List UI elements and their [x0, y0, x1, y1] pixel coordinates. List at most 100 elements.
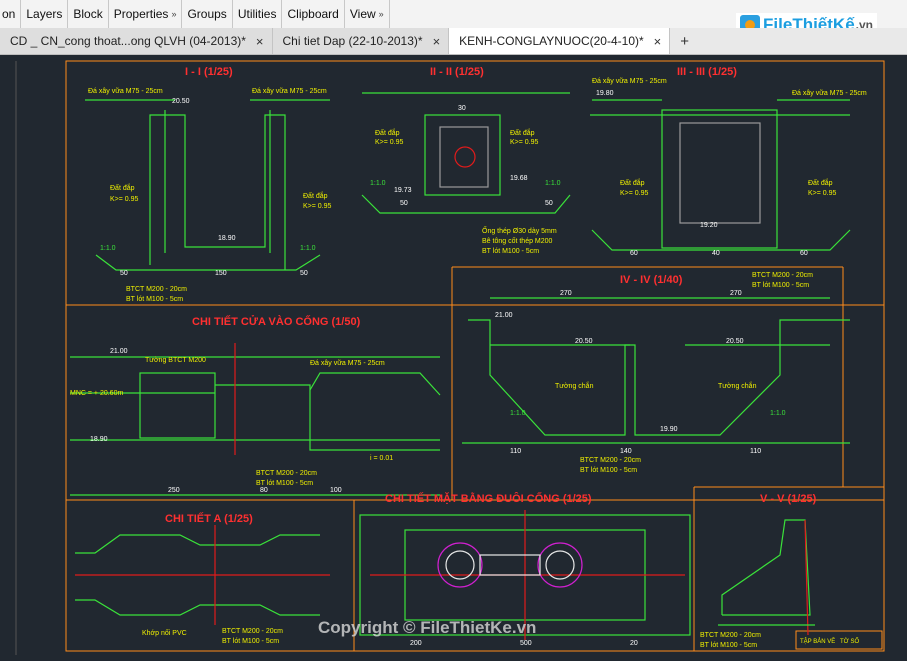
slope-3: 1:1.0	[370, 180, 386, 187]
note-dat-dap-2: Đất đắp	[303, 191, 328, 200]
note-k-2: K>= 0.95	[303, 203, 332, 210]
document-tab-label: KENH-CONGLAYNUOC(20-4-10)*	[459, 34, 644, 48]
note-tuong-chan-1: Tường chắn	[555, 381, 594, 390]
dim-a3: 50	[300, 270, 308, 277]
expand-icon[interactable]: »	[171, 9, 176, 19]
elev-6: 21.00	[495, 312, 513, 319]
new-tab-button[interactable]: +	[670, 28, 699, 54]
dim-b1: 30	[458, 105, 466, 112]
note-btct-5: BTCT M200 - 20cm	[256, 470, 317, 477]
title-section-5: CHI TIẾT CỬA VÀO CỐNG (1/50)	[192, 314, 361, 328]
note-k-6: K>= 0.95	[808, 190, 837, 197]
expand-icon[interactable]: »	[379, 9, 384, 19]
ribbon-groups-panel[interactable]: Groups	[182, 0, 233, 28]
elev-9: 18.90	[90, 436, 108, 443]
note-ong-thep: Ống thép Ø30 dày 5mm	[482, 225, 557, 235]
note-bt-lot-1: BT lót M100 - 5cm	[126, 296, 183, 303]
ribbon-block-panel[interactable]: Block	[68, 0, 109, 28]
title-section-3: III - III (1/25)	[677, 66, 737, 78]
slope-4: 1:1.0	[545, 180, 561, 187]
ribbon-item-label: View	[349, 7, 376, 21]
note-btct-6: BTCT M200 - 20cm	[222, 628, 283, 635]
ribbon-clipboard-panel[interactable]: Clipboard	[282, 0, 345, 28]
sheet-label: TẬP BẢN VẼ	[800, 638, 835, 645]
annotations: Đá xây vữa M75 - 25cm Đá xây vữa M75 - 2…	[70, 78, 867, 649]
note-tuong-btct: Tường BTCT M200	[145, 357, 206, 364]
note-da-xay-2: Đá xây vữa M75 - 25cm	[252, 88, 327, 95]
ribbon-utilities-panel[interactable]: Utilities	[233, 0, 283, 28]
sheet-number-label: TỜ SỐ	[840, 638, 859, 645]
dim-b2: 50	[400, 200, 408, 207]
dim-d5: 110	[750, 448, 761, 455]
note-bt-lot-4: BT lót M100 - 5cm	[580, 467, 637, 474]
elev-3: 19.73	[394, 187, 412, 194]
document-tab[interactable]: Chi tiet Dap (22-10-2013)* ×	[272, 28, 450, 54]
close-icon[interactable]: ×	[654, 34, 662, 49]
dim-e3: 100	[330, 487, 342, 494]
elev-5: 19.20	[700, 222, 718, 229]
slope-1: 1:1.0	[100, 245, 116, 252]
ribbon-layers-panel[interactable]: Layers	[21, 0, 69, 28]
note-bt-lot-7: BT lót M100 - 5cm	[700, 642, 757, 649]
elev-2: 18.90	[218, 235, 236, 242]
document-tab-label: Chi tiet Dap (22-10-2013)*	[282, 34, 423, 48]
ribbon-item-label: Clipboard	[287, 7, 339, 21]
dim-c1: 60	[630, 250, 638, 257]
note-bt-lot-2: BT lót M100 - 5cm	[482, 248, 539, 255]
title-section-6: CHI TIẾT A (1/25)	[165, 512, 253, 525]
elev-1: 20.50	[172, 98, 190, 105]
dim-d1: 270	[560, 290, 572, 297]
dim-e1: 250	[168, 487, 180, 494]
document-tab-label: CD _ CN_cong thoat...ong QLVH (04-2013)*	[10, 34, 246, 48]
title-section-1: I - I (1/25)	[185, 66, 233, 78]
note-da-xay-1: Đá xây vữa M75 - 25cm	[88, 88, 163, 95]
sheet-info: TẬP BẢN VẼ TỜ SỐ	[800, 638, 859, 645]
note-dat-dap-6: Đất đắp	[808, 178, 833, 187]
title-section-8: V - V (1/25)	[760, 493, 817, 505]
watermark: Copyright © FileThietKe.vn	[318, 618, 536, 637]
ribbon-item-label: Groups	[187, 7, 227, 21]
document-tab[interactable]: KENH-CONGLAYNUOC(20-4-10)* ×	[449, 28, 671, 54]
ribbon-view-panel[interactable]: View»	[345, 0, 390, 28]
note-dat-dap-5: Đất đắp	[620, 178, 645, 187]
note-btct-3: BTCT M200 - 20cm	[752, 272, 813, 279]
close-icon[interactable]: ×	[433, 34, 441, 49]
dim-e2: 80	[260, 487, 268, 494]
ribbon-item-label: Layers	[26, 7, 63, 21]
section-2-lines	[361, 92, 571, 214]
title-section-4: IV - IV (1/40)	[620, 274, 683, 286]
section-4-lines	[462, 297, 850, 444]
dim-c3: 60	[800, 250, 808, 257]
note-khop-noi: Khớp nối PVC	[142, 628, 187, 637]
close-icon[interactable]: ×	[256, 34, 264, 49]
dim-f3: 20	[630, 640, 638, 647]
note-btct-1: BTCT M200 - 20cm	[126, 286, 187, 293]
cad-drawing[interactable]: I - I (1/25) II - II (1/25) III - III (1…	[0, 55, 907, 661]
document-tab[interactable]: CD _ CN_cong thoat...ong QLVH (04-2013)*…	[0, 28, 273, 54]
elev-12: 20.50	[726, 338, 744, 345]
note-btct-7: BTCT M200 - 20cm	[700, 632, 761, 639]
drawing-canvas[interactable]: I - I (1/25) II - II (1/25) III - III (1…	[0, 55, 907, 661]
dim-f1: 200	[410, 640, 422, 647]
note-k-5: K>= 0.95	[620, 190, 649, 197]
section-6-lines	[75, 525, 330, 625]
note-be-tong: Bê tông cốt thép M200	[482, 236, 553, 245]
document-tabs: CD _ CN_cong thoat...ong QLVH (04-2013)*…	[0, 28, 907, 55]
ribbon-properties-panel[interactable]: Properties»	[109, 0, 183, 28]
note-dat-dap-4: Đất đắp	[510, 128, 535, 137]
note-da-xay-3: Đá xây vữa M75 - 25cm	[592, 78, 667, 85]
slope-6: 1:1.0	[770, 410, 786, 417]
title-section-2: II - II (1/25)	[430, 66, 484, 78]
elev-8: 19.90	[660, 426, 678, 433]
elev-7: 20.50	[575, 338, 593, 345]
ribbon-on-panel[interactable]: on	[0, 0, 22, 28]
dim-d3: 110	[510, 448, 521, 455]
title-section-7: CHI TIẾT MẶT BẰNG ĐUÔI CỐNG (1/25)	[385, 491, 592, 505]
note-mnc: MNC = + 20.60m	[70, 390, 123, 397]
note-k-4: K>= 0.95	[510, 139, 539, 146]
note-bt-lot-5: BT lót M100 - 5cm	[256, 480, 313, 487]
note-tuong-chan-2: Tường chắn	[718, 381, 757, 390]
section-3-lines	[590, 99, 851, 251]
dim-d4: 140	[620, 448, 632, 455]
elev-4: 19.68	[510, 175, 528, 182]
